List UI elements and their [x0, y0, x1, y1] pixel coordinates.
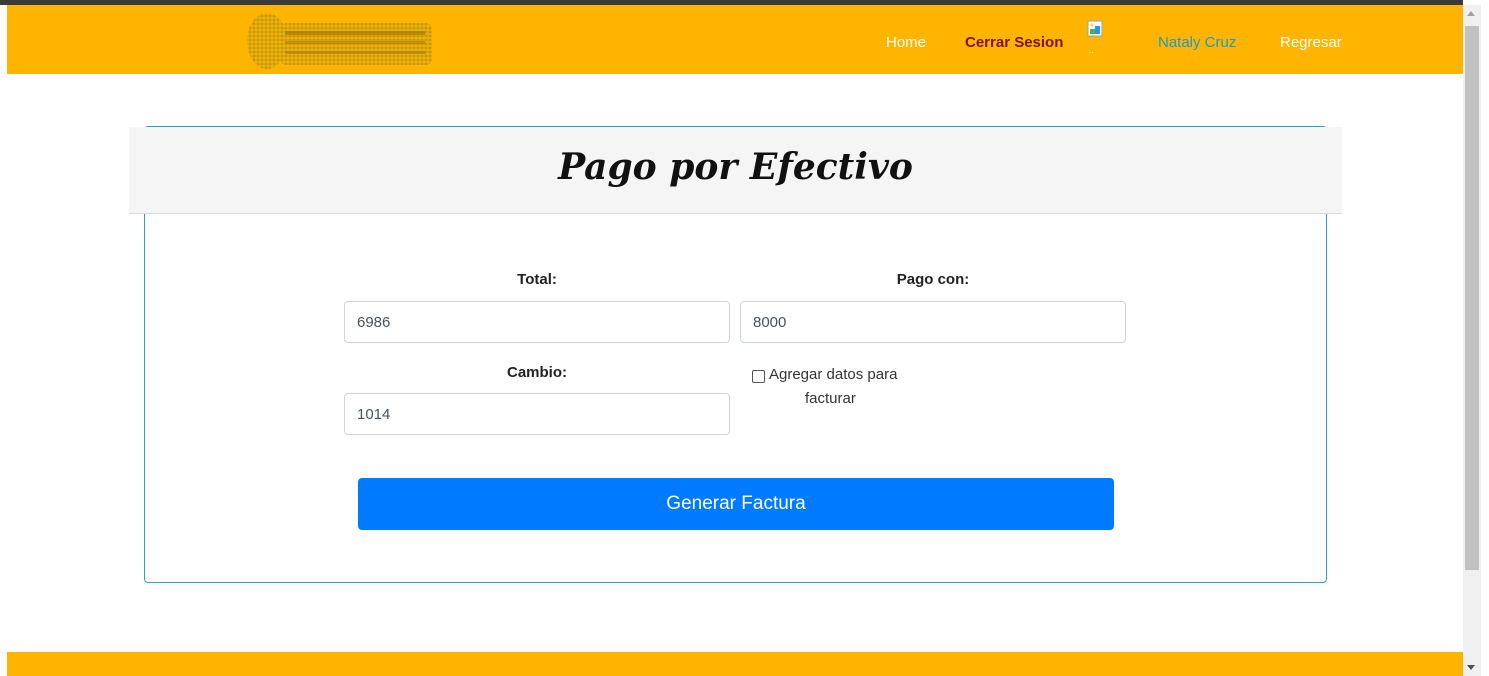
broken-image-icon: .. — [1087, 20, 1103, 55]
site-logo[interactable] — [245, 11, 435, 71]
invoice-data-checkbox[interactable] — [752, 370, 765, 383]
nav-user-link[interactable]: Nataly Cruz — [1158, 34, 1236, 51]
change-field[interactable] — [344, 393, 730, 435]
svg-text:..: .. — [1089, 46, 1093, 55]
nav-home-link[interactable]: Home — [886, 34, 926, 51]
scrollbar-thumb[interactable] — [1465, 26, 1479, 570]
top-navbar — [7, 5, 1463, 74]
payment-amount-field[interactable] — [740, 301, 1126, 343]
generate-invoice-button[interactable]: Generar Factura — [358, 478, 1114, 530]
page-title: Pago por Efectivo — [558, 146, 913, 188]
scroll-down-arrow-icon[interactable] — [1467, 665, 1475, 670]
nav-logout-link[interactable]: Cerrar Sesion — [965, 34, 1063, 51]
payment-label: Pago con: — [896, 271, 970, 288]
total-label: Total: — [517, 271, 557, 288]
nav-back-link[interactable]: Regresar — [1280, 34, 1342, 51]
page-footer — [7, 652, 1463, 676]
total-field[interactable] — [344, 301, 730, 343]
invoice-checkbox-label-cont: facturar — [805, 390, 856, 407]
invoice-checkbox-label: Agregar datos para — [769, 366, 898, 383]
change-label: Cambio: — [507, 364, 567, 381]
scroll-up-arrow-icon[interactable] — [1467, 11, 1475, 16]
